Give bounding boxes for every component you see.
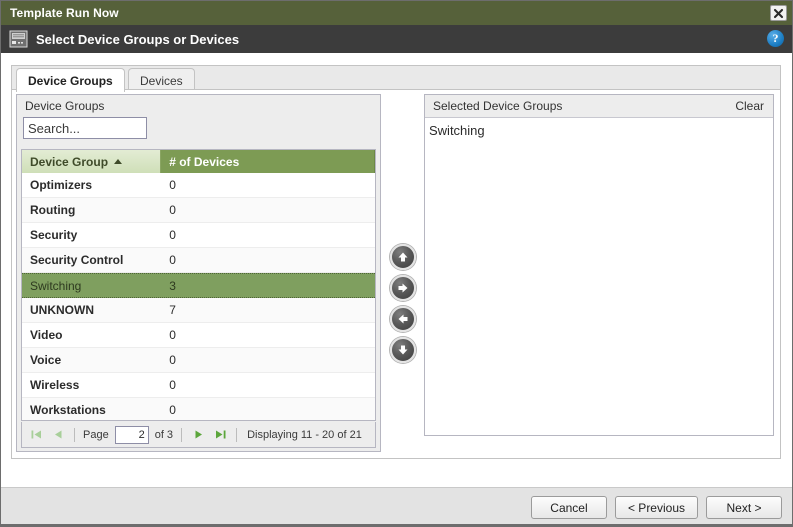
remove-button[interactable] xyxy=(390,306,416,332)
last-page-button[interactable] xyxy=(212,427,228,443)
selected-device-groups-panel: Selected Device Groups Clear Switching xyxy=(424,94,774,436)
grid-header-row: Device Group # of Devices xyxy=(22,150,375,173)
arrow-right-icon xyxy=(398,283,408,293)
selected-items-list: Switching xyxy=(425,118,773,140)
table-row-selected[interactable]: Switching 3 xyxy=(22,273,375,298)
next-page-icon xyxy=(195,430,202,439)
column-header-device-group-label: Device Group xyxy=(30,154,109,169)
page-total-label: of 3 xyxy=(154,428,174,441)
selected-panel-header: Selected Device Groups Clear xyxy=(425,95,773,118)
first-page-icon xyxy=(31,430,41,439)
selected-panel-title: Selected Device Groups xyxy=(433,99,563,113)
cell-num-devices: 0 xyxy=(169,203,176,217)
dialog-window: Template Run Now Select Device Groups or… xyxy=(0,0,793,527)
cell-num-devices: 0 xyxy=(169,328,176,342)
cell-num-devices: 0 xyxy=(169,378,176,392)
close-button[interactable] xyxy=(770,5,787,21)
help-icon: ? xyxy=(772,31,779,45)
cell-device-group: Wireless xyxy=(30,378,80,392)
device-groups-grid: Device Group # of Devices Optimizers 0 R… xyxy=(21,149,376,421)
table-row[interactable]: Workstations 0 xyxy=(22,398,375,420)
column-header-num-devices-label: # of Devices xyxy=(169,154,240,169)
cell-num-devices: 0 xyxy=(169,353,176,367)
cell-device-group: Optimizers xyxy=(30,178,93,192)
table-row[interactable]: Security Control 0 xyxy=(22,248,375,273)
table-row[interactable]: Routing 0 xyxy=(22,198,375,223)
dialog-subtitle: Select Device Groups or Devices xyxy=(36,31,240,47)
search-container xyxy=(17,117,380,144)
title-bar: Template Run Now xyxy=(1,1,792,25)
available-device-groups-panel: Device Groups Device Group # of Devices xyxy=(16,94,381,452)
table-row[interactable]: Wireless 0 xyxy=(22,373,375,398)
cell-device-group: Security xyxy=(30,228,78,242)
arrow-up-icon xyxy=(398,252,408,262)
page-number-input[interactable] xyxy=(114,425,149,444)
dialog-footer: Cancel < Previous Next > xyxy=(1,487,792,524)
search-input[interactable] xyxy=(23,117,147,139)
first-page-button[interactable] xyxy=(28,427,44,443)
cell-num-devices: 7 xyxy=(169,303,176,317)
previous-page-icon xyxy=(54,430,61,439)
help-button[interactable]: ? xyxy=(767,30,784,47)
cell-device-group: Voice xyxy=(30,353,62,367)
last-page-icon xyxy=(215,430,226,439)
tab-device-groups-label: Device Groups xyxy=(28,73,113,88)
pager-divider xyxy=(181,427,183,442)
cell-num-devices: 3 xyxy=(169,278,176,293)
cell-device-group: Routing xyxy=(30,203,76,217)
cell-num-devices: 0 xyxy=(169,403,176,417)
cancel-button[interactable]: Cancel xyxy=(530,496,607,519)
arrow-down-icon xyxy=(398,345,408,355)
cell-device-group: UNKNOWN xyxy=(30,303,94,317)
column-header-device-group[interactable]: Device Group xyxy=(22,150,162,173)
device-chassis-icon xyxy=(9,30,28,48)
next-button[interactable]: Next > xyxy=(706,496,782,519)
cell-device-group: Workstations xyxy=(30,403,106,417)
pagination-status: Displaying 11 - 20 of 21 xyxy=(247,428,362,441)
table-row[interactable]: UNKNOWN 7 xyxy=(22,298,375,323)
tab-devices-label: Devices xyxy=(140,73,183,88)
cell-num-devices: 0 xyxy=(169,228,176,242)
cell-device-group: Switching xyxy=(30,278,82,293)
table-row[interactable]: Video 0 xyxy=(22,323,375,348)
column-header-num-devices[interactable]: # of Devices xyxy=(161,150,375,173)
cell-num-devices: 0 xyxy=(169,253,176,267)
arrow-left-icon xyxy=(398,314,408,324)
grid-rows: Optimizers 0 Routing 0 Security 0 Securi… xyxy=(22,173,375,420)
move-up-button[interactable] xyxy=(390,244,416,270)
window-title: Template Run Now xyxy=(10,6,119,20)
table-row[interactable]: Optimizers 0 xyxy=(22,173,375,198)
dialog-subheader: Select Device Groups or Devices ? xyxy=(1,25,792,53)
footer-button-group: Cancel < Previous Next > xyxy=(530,496,782,519)
next-page-button[interactable] xyxy=(190,427,206,443)
list-item[interactable]: Switching xyxy=(429,122,773,140)
pager-divider xyxy=(236,427,238,442)
left-panel-title: Device Groups xyxy=(17,95,380,117)
pagination-toolbar: Page of 3 xyxy=(21,422,376,448)
previous-button[interactable]: < Previous xyxy=(614,496,698,519)
tab-strip: Device Groups Devices xyxy=(11,65,781,92)
transfer-button-group xyxy=(390,244,420,363)
previous-page-button[interactable] xyxy=(50,427,66,443)
cell-device-group: Security Control xyxy=(30,253,124,267)
table-row[interactable]: Security 0 xyxy=(22,223,375,248)
cell-device-group: Video xyxy=(30,328,63,342)
tab-content-panel: Device Groups Device Group # of Devices xyxy=(11,89,781,459)
add-button[interactable] xyxy=(390,275,416,301)
clear-link[interactable]: Clear xyxy=(735,99,764,113)
dialog-body: Device Groups Devices Device Groups Devi… xyxy=(1,53,792,487)
close-icon xyxy=(773,8,784,18)
cell-num-devices: 0 xyxy=(169,178,176,192)
sort-ascending-icon xyxy=(114,159,123,164)
table-row[interactable]: Voice 0 xyxy=(22,348,375,373)
move-down-button[interactable] xyxy=(390,337,416,363)
tab-device-groups[interactable]: Device Groups xyxy=(16,68,125,92)
pager-divider xyxy=(74,427,75,442)
page-label: Page xyxy=(83,428,109,441)
